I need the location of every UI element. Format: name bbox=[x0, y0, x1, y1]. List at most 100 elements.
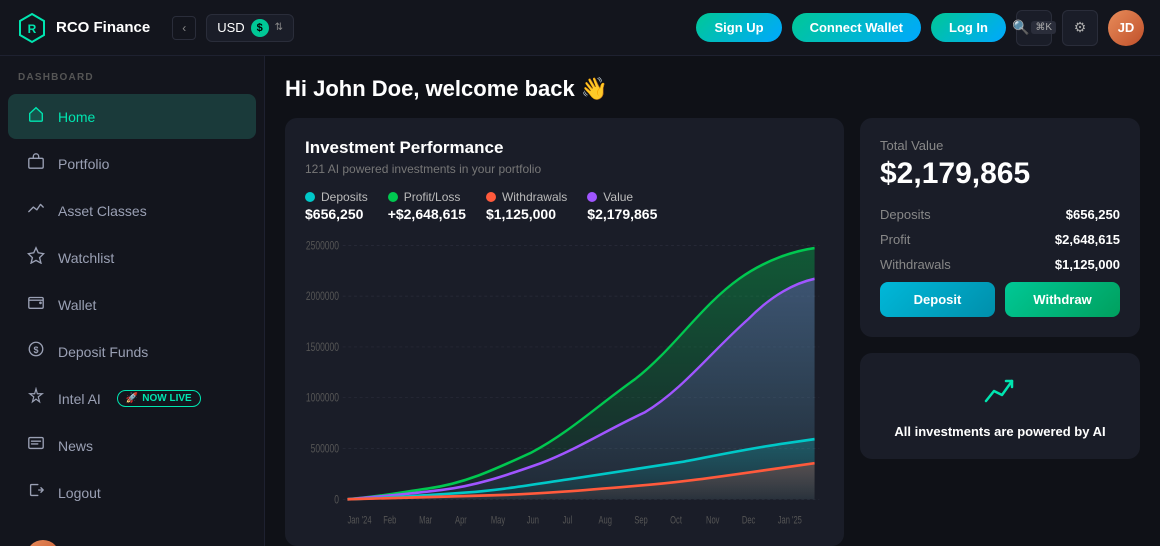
watchlist-icon bbox=[26, 246, 46, 269]
svg-text:Nov: Nov bbox=[706, 514, 720, 526]
sidebar-item-asset-classes[interactable]: Asset Classes bbox=[8, 188, 256, 233]
sidebar-item-home[interactable]: Home bbox=[8, 94, 256, 139]
right-panel: Total Value $2,179,865 Deposits $656,250… bbox=[860, 118, 1140, 546]
gear-icon: ⚙ bbox=[1074, 19, 1087, 36]
now-live-badge: NOW LIVE bbox=[117, 390, 201, 407]
sidebar-section-label: DASHBOARD bbox=[0, 72, 264, 93]
logo-icon: R bbox=[16, 12, 48, 44]
total-value-amount: $2,179,865 bbox=[880, 157, 1120, 191]
svg-text:Sep: Sep bbox=[634, 514, 647, 526]
svg-text:Oct: Oct bbox=[670, 514, 682, 526]
sidebar-item-label-asset-classes: Asset Classes bbox=[58, 203, 147, 219]
legend-profit-loss: Profit/Loss +$2,648,615 bbox=[388, 190, 466, 222]
stat-deposits-label: Deposits bbox=[880, 207, 931, 222]
user-avatar[interactable]: JD bbox=[1108, 10, 1144, 46]
sidebar: DASHBOARD Home Portfolio Asset Classes W… bbox=[0, 56, 265, 546]
withdraw-button[interactable]: Withdraw bbox=[1005, 282, 1120, 317]
sidebar-item-watchlist[interactable]: Watchlist bbox=[8, 235, 256, 280]
svg-text:Feb: Feb bbox=[383, 514, 396, 526]
chart-area: 2500000 2000000 1500000 1000000 500000 0… bbox=[305, 232, 824, 526]
content-grid: Investment Performance 121 AI powered in… bbox=[285, 118, 1140, 546]
svg-text:May: May bbox=[491, 514, 506, 526]
currency-selector[interactable]: USD $ ⇅ bbox=[206, 14, 294, 42]
deposit-funds-icon: $ bbox=[26, 340, 46, 363]
logout-icon bbox=[26, 481, 46, 504]
news-icon bbox=[26, 434, 46, 457]
total-value-card: Total Value $2,179,865 Deposits $656,250… bbox=[860, 118, 1140, 337]
deposit-button[interactable]: Deposit bbox=[880, 282, 995, 317]
sidebar-item-portfolio[interactable]: Portfolio bbox=[8, 141, 256, 186]
currency-chevron-icon: ⇅ bbox=[275, 22, 283, 33]
ai-card: All investments are powered by AI bbox=[860, 353, 1140, 459]
svg-text:500000: 500000 bbox=[311, 443, 339, 456]
sidebar-item-label-deposit-funds: Deposit Funds bbox=[58, 344, 148, 360]
stat-withdrawals-label: Withdrawals bbox=[880, 257, 951, 272]
deposits-dot bbox=[305, 192, 315, 202]
nav-back-button[interactable]: ‹ bbox=[172, 16, 196, 40]
deposits-value: $656,250 bbox=[305, 206, 368, 222]
sidebar-item-logout[interactable]: Logout bbox=[8, 470, 256, 515]
stat-deposits-value: $656,250 bbox=[1066, 207, 1120, 222]
svg-text:Dec: Dec bbox=[742, 514, 756, 526]
legend-withdrawals: Withdrawals $1,125,000 bbox=[486, 190, 567, 222]
svg-text:$: $ bbox=[33, 345, 38, 355]
ai-card-text-strong: All investments are powered by AI bbox=[894, 424, 1105, 439]
user-profile-row[interactable] bbox=[8, 532, 256, 546]
svg-text:R: R bbox=[28, 22, 37, 36]
sidebar-item-deposit-funds[interactable]: $ Deposit Funds bbox=[8, 329, 256, 374]
svg-text:0: 0 bbox=[334, 494, 339, 507]
topnav: R RCO Finance ‹ USD $ ⇅ Sign Up Connect … bbox=[0, 0, 1160, 56]
withdrawals-value: $1,125,000 bbox=[486, 206, 567, 222]
chart-title: Investment Performance bbox=[305, 138, 824, 158]
svg-text:Jul: Jul bbox=[563, 514, 573, 526]
sidebar-item-intel-ai[interactable]: Intel AI NOW LIVE bbox=[8, 376, 256, 421]
stat-profit-value: $2,648,615 bbox=[1055, 232, 1120, 247]
svg-text:Aug: Aug bbox=[598, 514, 611, 526]
sidebar-item-wallet[interactable]: Wallet bbox=[8, 282, 256, 327]
login-button[interactable]: Log In bbox=[931, 13, 1006, 42]
keyboard-shortcut: ⌘K bbox=[1031, 21, 1056, 34]
sidebar-item-label-logout: Logout bbox=[58, 485, 101, 501]
svg-text:1000000: 1000000 bbox=[306, 392, 339, 405]
chart-subtitle: 121 AI powered investments in your portf… bbox=[305, 162, 824, 176]
avatar-initials: JD bbox=[1118, 20, 1135, 35]
stat-row-profit: Profit $2,648,615 bbox=[880, 232, 1120, 247]
currency-symbol: $ bbox=[251, 19, 269, 37]
action-buttons: Deposit Withdraw bbox=[880, 282, 1120, 317]
value-value: $2,179,865 bbox=[587, 206, 657, 222]
connect-wallet-button[interactable]: Connect Wallet bbox=[792, 13, 921, 42]
profit-dot bbox=[388, 192, 398, 202]
sidebar-item-label-news: News bbox=[58, 438, 93, 454]
sidebar-item-label-intel-ai: Intel AI bbox=[58, 391, 101, 407]
main-content: Hi John Doe, welcome back 👋 Investment P… bbox=[265, 56, 1160, 546]
sidebar-item-news[interactable]: News bbox=[8, 423, 256, 468]
sidebar-item-label-home: Home bbox=[58, 109, 95, 125]
legend-deposits: Deposits $656,250 bbox=[305, 190, 368, 222]
brand-name: RCO Finance bbox=[56, 19, 150, 36]
search-button[interactable]: 🔍 ⌘K bbox=[1016, 10, 1052, 46]
svg-text:Apr: Apr bbox=[455, 514, 467, 526]
welcome-title: Hi John Doe, welcome back 👋 bbox=[285, 76, 1140, 102]
main-layout: DASHBOARD Home Portfolio Asset Classes W… bbox=[0, 56, 1160, 546]
currency-label: USD bbox=[217, 20, 244, 35]
settings-button[interactable]: ⚙ bbox=[1062, 10, 1098, 46]
total-value-label: Total Value bbox=[880, 138, 1120, 153]
profit-value: +$2,648,615 bbox=[388, 206, 466, 222]
profit-label: Profit/Loss bbox=[404, 190, 461, 204]
chart-legend: Deposits $656,250 Profit/Loss +$2,648,61… bbox=[305, 190, 824, 222]
sidebar-user-avatar bbox=[26, 540, 60, 546]
svg-text:Jan '24: Jan '24 bbox=[347, 514, 371, 526]
asset-classes-icon bbox=[26, 199, 46, 222]
value-dot bbox=[587, 192, 597, 202]
ai-trend-icon bbox=[982, 373, 1018, 416]
deposits-label: Deposits bbox=[321, 190, 368, 204]
svg-text:Mar: Mar bbox=[419, 514, 432, 526]
svg-text:2000000: 2000000 bbox=[306, 291, 339, 304]
ai-card-text: All investments are powered by AI bbox=[894, 424, 1105, 439]
signup-button[interactable]: Sign Up bbox=[696, 13, 781, 42]
wallet-icon bbox=[26, 293, 46, 316]
sidebar-item-label-watchlist: Watchlist bbox=[58, 250, 114, 266]
logo-area: R RCO Finance bbox=[16, 12, 150, 44]
search-icon: 🔍 bbox=[1012, 19, 1029, 36]
investment-chart: 2500000 2000000 1500000 1000000 500000 0… bbox=[305, 232, 824, 526]
